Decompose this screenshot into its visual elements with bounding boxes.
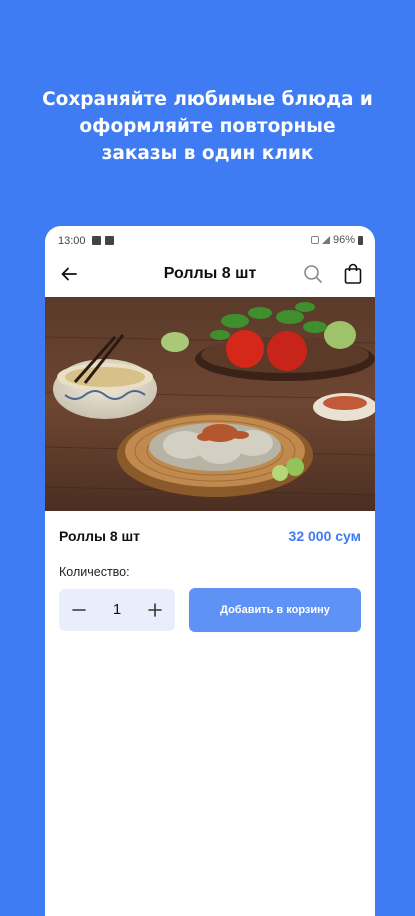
cart-button[interactable]	[339, 260, 367, 288]
status-bar: 13:00 96%	[45, 226, 375, 254]
quantity-stepper: 1	[59, 589, 175, 631]
promo-line-1: Сохраняйте любимые блюда и	[42, 89, 373, 110]
promo-line-3: заказы в один клик	[101, 143, 314, 164]
phone-screen: 13:00 96% Роллы 8 шт Роллы 8 шт 32 000 с…	[45, 226, 375, 916]
search-icon	[304, 265, 322, 283]
product-image	[45, 297, 375, 511]
quantity-increment-button[interactable]	[137, 589, 173, 631]
product-name: Роллы 8 шт	[59, 528, 141, 544]
search-button[interactable]	[299, 260, 327, 288]
battery-icon	[358, 235, 363, 245]
signal-icon	[321, 236, 330, 244]
product-price: 32 000 сум	[288, 528, 361, 544]
app-bar: Роллы 8 шт	[45, 256, 375, 296]
cast-icon	[310, 236, 319, 244]
add-to-cart-label: Добавить в корзину	[220, 604, 330, 616]
shopping-bag-icon	[344, 263, 362, 284]
status-time: 13:00	[58, 235, 86, 247]
battery-percent: 96%	[332, 234, 355, 246]
quantity-label: Количество:	[59, 565, 130, 579]
plus-icon	[148, 603, 162, 617]
promo-headline: Сохраняйте любимые блюда и оформляйте по…	[0, 86, 415, 167]
status-indicators: 96%	[310, 234, 363, 246]
add-to-cart-button[interactable]: Добавить в корзину	[189, 588, 361, 632]
notification-icon	[92, 236, 101, 245]
clipboard-icon	[105, 236, 114, 245]
promo-line-2: оформляйте повторные	[79, 116, 336, 137]
